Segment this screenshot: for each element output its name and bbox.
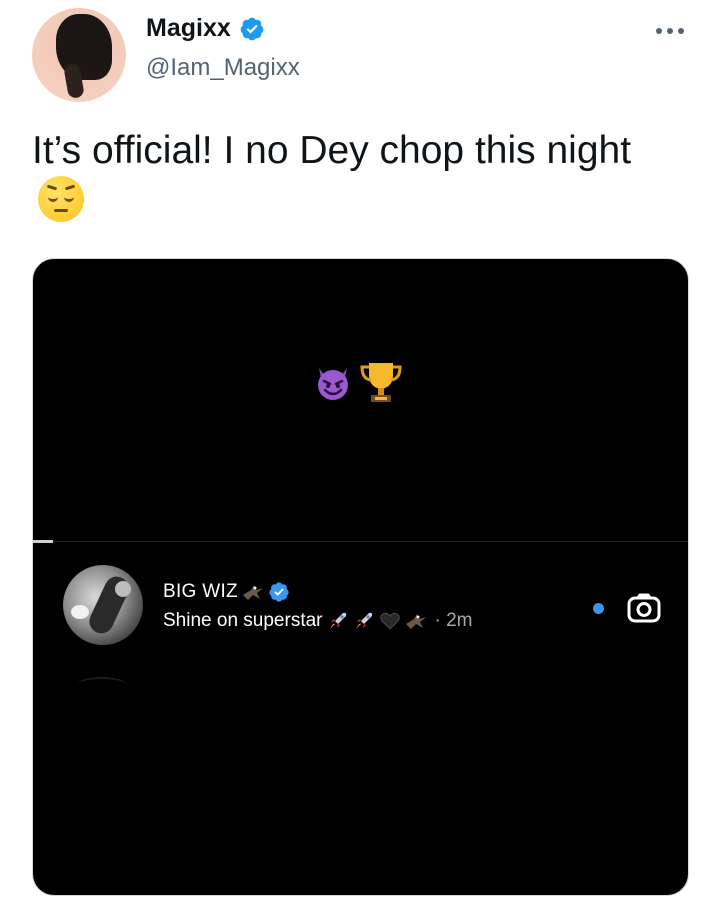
smiling-devil-emoji-icon: [318, 368, 348, 400]
verified-badge-icon: [269, 582, 289, 602]
display-name[interactable]: Magixx: [146, 14, 231, 43]
comment-text: Shine on superstar: [163, 610, 323, 631]
camera-icon[interactable]: [627, 593, 661, 623]
comment-username[interactable]: BIG WIZ: [163, 581, 238, 603]
more-dot: [667, 28, 673, 34]
unread-dot-icon: [593, 603, 604, 614]
comment-text-row: Shine on superstar · 2m: [163, 610, 473, 632]
trophy-emoji-icon: [360, 363, 402, 402]
black-heart-emoji-icon: [379, 612, 400, 630]
comment-timestamp: · 2m: [434, 610, 473, 631]
user-handle[interactable]: @Iam_Magixx: [146, 54, 300, 82]
pensive-face-emoji-icon: [38, 176, 84, 222]
eagle-emoji-icon: [242, 585, 263, 600]
rocket-emoji-icon: [355, 612, 372, 629]
tweet-text-block: It’s official! I no Dey chop this night: [32, 126, 692, 227]
eagle-emoji-icon: [405, 614, 426, 629]
comment-username-row[interactable]: BIG WIZ: [163, 581, 290, 603]
more-dot: [678, 28, 684, 34]
divider: [33, 541, 688, 542]
more-options-icon[interactable]: [652, 20, 688, 42]
more-dot: [656, 28, 662, 34]
display-name-row[interactable]: Magixx: [146, 14, 265, 43]
rocket-emoji-icon: [329, 612, 346, 629]
tweet-text: It’s official! I no Dey chop this night: [32, 129, 632, 172]
story-emojis: [313, 359, 403, 405]
tweet-media-image[interactable]: BIG WIZ Shine on superstar · 2m: [32, 258, 689, 896]
divider-dash: [33, 540, 53, 543]
verified-badge-icon: [240, 17, 264, 40]
next-comment-avatar-edge: [77, 677, 127, 693]
avatar[interactable]: [32, 8, 126, 102]
comment-avatar[interactable]: [63, 565, 143, 645]
